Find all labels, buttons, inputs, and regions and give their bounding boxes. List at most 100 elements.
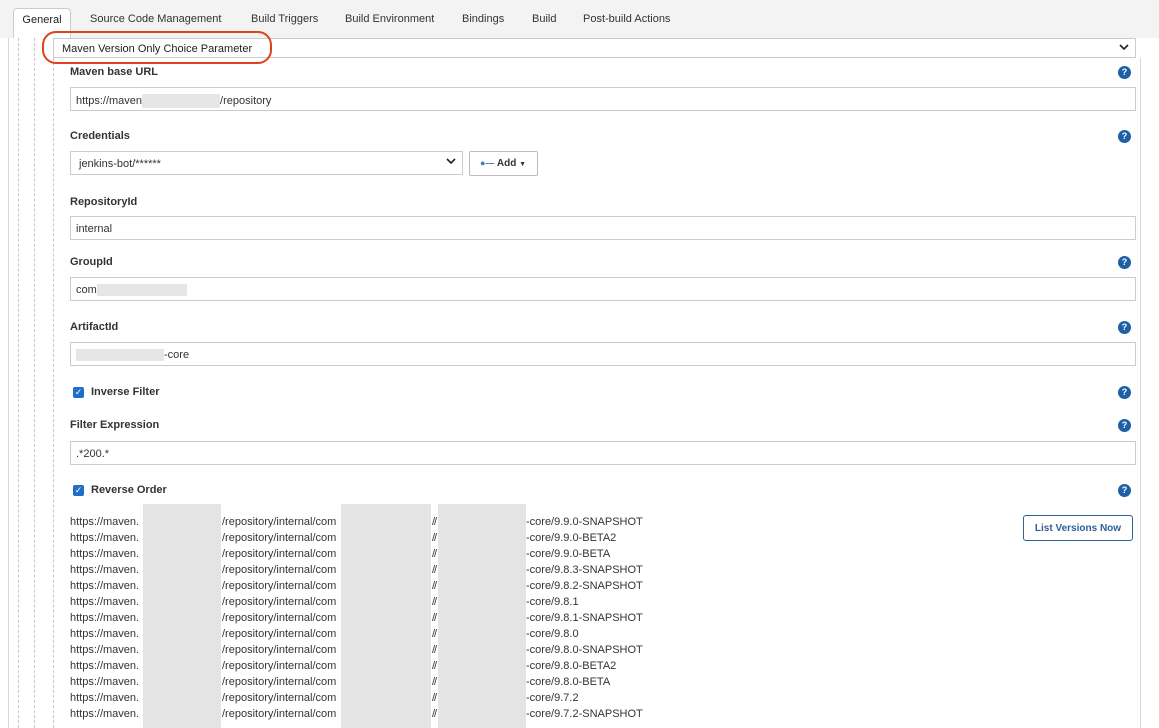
version-url-path: /repository/internal/com [222,612,337,624]
version-url-prefix: https://maven. [70,548,140,560]
inverse-filter-label: Inverse Filter [91,386,160,398]
filter-expression-label: Filter Expression [70,419,160,431]
version-url-prefix: https://maven. [70,532,140,544]
version-url-prefix: https://maven. [70,692,140,704]
artifact-id-suffix: -core [164,349,190,361]
version-artifact: -core/9.9.0-SNAPSHOT [526,516,643,528]
tab-build[interactable]: Build [532,13,556,25]
version-url-separator: / [434,692,438,704]
version-artifact: -core/9.8.0-BETA [526,676,611,688]
maven-base-url-suffix: /repository [220,94,272,107]
credentials-label: Credentials [70,130,130,142]
artifact-id-input[interactable]: -core [70,342,1136,366]
add-label: Add [496,158,517,169]
tab-post-build-actions[interactable]: Post-build Actions [583,13,670,25]
credentials-value: jenkins-bot/****** [79,158,161,170]
version-url-separator: / [434,564,438,576]
reverse-order-checkbox[interactable]: ✓ [73,485,84,496]
tab-build-triggers[interactable]: Build Triggers [251,13,318,25]
version-url-prefix: https://maven. [70,708,140,720]
nesting-guide-inner [53,58,54,728]
version-url-separator: / [434,548,438,560]
list-versions-now-button[interactable]: List Versions Now [1023,515,1133,541]
version-url-path: /repository/internal/com [222,532,337,544]
version-url-prefix: https://maven. [70,612,140,624]
help-icon[interactable]: ? [1118,66,1131,79]
help-icon[interactable]: ? [1118,256,1131,269]
maven-base-url-label: Maven base URL [70,66,159,78]
version-url-separator: / [434,580,438,592]
help-icon[interactable]: ? [1118,386,1131,399]
key-icon: ●— [480,158,495,168]
version-url-path: /repository/internal/com [222,628,337,640]
redacted-region [143,504,221,728]
help-icon[interactable]: ? [1118,419,1131,432]
filter-expression-input[interactable]: .*200.* [70,441,1136,465]
version-url-prefix: https://maven. [70,660,140,672]
version-artifact: -core/9.9.0-BETA2 [526,532,617,544]
version-artifact: -core/9.7.2-SNAPSHOT [526,708,643,720]
tab-source-code-management[interactable]: Source Code Management [90,13,221,25]
inverse-filter-checkbox[interactable]: ✓ [73,387,84,398]
version-url-path: /repository/internal/com [222,660,337,672]
redacted-region [438,504,526,728]
version-url-path: /repository/internal/com [222,708,337,720]
version-url-separator: / [434,644,438,656]
help-icon[interactable]: ? [1118,321,1131,334]
version-url-prefix: https://maven. [70,580,140,592]
version-url-prefix: https://maven. [70,644,140,656]
group-id-input[interactable]: com [70,277,1136,301]
maven-base-url-prefix: https://maven [76,94,143,107]
version-artifact: -core/9.7.2 [526,692,579,704]
nesting-guide-outer [18,38,19,728]
version-artifact: -core/9.8.1 [526,596,579,608]
version-artifact: -core/9.8.2-SNAPSHOT [526,580,643,592]
version-url-path: /repository/internal/com [222,692,337,704]
tab-bindings[interactable]: Bindings [462,13,504,25]
version-url-path: /repository/internal/com [222,644,337,656]
add-credentials-button[interactable]: ●— Add ▼ [469,151,538,176]
maven-base-url-input[interactable]: https://maven/repository [70,87,1136,111]
version-url-prefix: https://maven. [70,596,140,608]
version-url-separator: / [434,660,438,672]
help-icon[interactable]: ? [1118,130,1131,143]
version-url-path: /repository/internal/com [222,516,337,528]
version-artifact: -core/9.8.3-SNAPSHOT [526,564,643,576]
version-url-prefix: https://maven. [70,628,140,640]
version-url-path: /repository/internal/com [222,596,337,608]
artifact-id-label: ArtifactId [70,321,119,333]
reverse-order-label: Reverse Order [91,484,167,496]
version-url-separator: / [434,612,438,624]
repository-id-input[interactable]: internal [70,216,1136,240]
highlight-annotation [42,31,272,64]
container-border-left [8,38,9,728]
credentials-select[interactable]: jenkins-bot/****** [70,151,463,175]
version-url-separator: / [434,676,438,688]
redacted-region [341,504,431,728]
container-border-right [1140,58,1141,728]
version-artifact: -core/9.8.1-SNAPSHOT [526,612,643,624]
redacted-region [96,284,187,297]
group-id-prefix: com [76,284,97,296]
version-artifact: -core/9.8.0-SNAPSHOT [526,644,643,656]
version-url-separator: / [434,532,438,544]
version-artifact: -core/9.9.0-BETA [526,548,611,560]
help-icon[interactable]: ? [1118,484,1131,497]
version-artifact: -core/9.8.0 [526,628,579,640]
version-url-separator: / [434,516,438,528]
caret-down-icon: ▼ [519,161,527,168]
version-url-path: /repository/internal/com [222,548,337,560]
tab-build-environment[interactable]: Build Environment [345,13,434,25]
chevron-down-icon [446,156,456,168]
version-url-separator: / [434,628,438,640]
nesting-guide [34,38,35,728]
version-artifact: -core/9.8.0-BETA2 [526,660,617,672]
version-url-separator: / [434,596,438,608]
redacted-region [76,349,164,362]
version-url-prefix: https://maven. [70,516,140,528]
group-id-label: GroupId [70,256,113,268]
repository-id-label: RepositoryId [70,196,138,208]
version-url-prefix: https://maven. [70,564,140,576]
version-url-separator: / [434,708,438,720]
version-url-path: /repository/internal/com [222,580,337,592]
